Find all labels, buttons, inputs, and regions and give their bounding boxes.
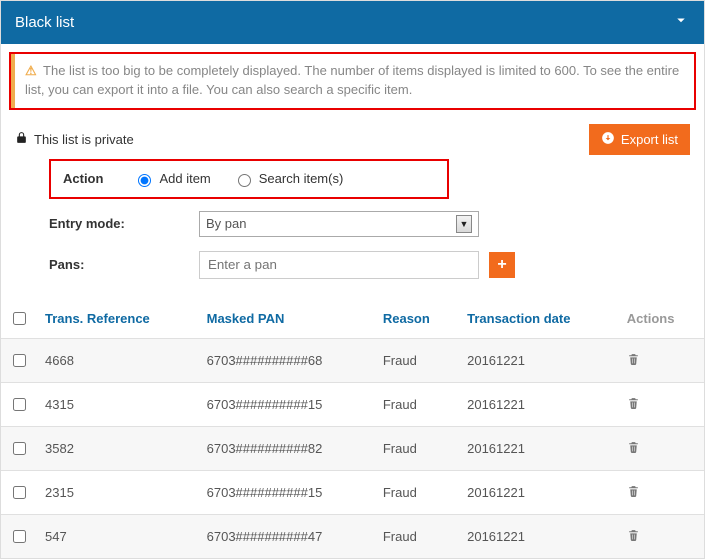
lock-icon xyxy=(15,131,28,147)
radio-add-item[interactable]: Add item xyxy=(133,171,210,187)
trash-icon[interactable] xyxy=(627,485,640,501)
row-checkbox[interactable] xyxy=(13,442,26,455)
row-checkbox[interactable] xyxy=(13,530,26,543)
radio-add-label: Add item xyxy=(159,171,210,186)
row-checkbox[interactable] xyxy=(13,354,26,367)
cell-reason: Fraud xyxy=(375,470,459,514)
pans-label: Pans: xyxy=(49,257,189,272)
cell-ref: 547 xyxy=(37,514,199,558)
col-actions: Actions xyxy=(619,299,704,339)
cell-date: 20161221 xyxy=(459,470,619,514)
trash-icon[interactable] xyxy=(627,441,640,457)
action-label: Action xyxy=(63,171,103,186)
export-button[interactable]: Export list xyxy=(589,124,690,155)
radio-search-input[interactable] xyxy=(238,174,251,187)
col-masked-pan[interactable]: Masked PAN xyxy=(199,299,375,339)
cell-reason: Fraud xyxy=(375,426,459,470)
col-reason[interactable]: Reason xyxy=(375,299,459,339)
cell-reason: Fraud xyxy=(375,338,459,382)
cell-date: 20161221 xyxy=(459,514,619,558)
cell-pan: 6703##########68 xyxy=(199,338,375,382)
table-row: 35826703##########82Fraud20161221 xyxy=(1,426,704,470)
private-indicator: This list is private xyxy=(15,131,134,147)
cell-date: 20161221 xyxy=(459,382,619,426)
plus-icon: + xyxy=(497,256,506,273)
select-all-checkbox[interactable] xyxy=(13,312,26,325)
alert-content: ⚠ The list is too big to be completely d… xyxy=(11,54,694,108)
action-radio-group: Action Add item Search item(s) xyxy=(49,159,449,199)
panel-title: Black list xyxy=(15,14,74,31)
entry-mode-value: By pan xyxy=(206,216,246,231)
table-row: 46686703##########68Fraud20161221 xyxy=(1,338,704,382)
alert-text: The list is too big to be completely dis… xyxy=(25,63,679,97)
warning-icon: ⚠ xyxy=(25,63,37,78)
cell-pan: 6703##########15 xyxy=(199,382,375,426)
export-label: Export list xyxy=(621,132,678,147)
alert-box: ⚠ The list is too big to be completely d… xyxy=(9,52,696,110)
cell-pan: 6703##########15 xyxy=(199,470,375,514)
trash-icon[interactable] xyxy=(627,529,640,545)
radio-search-item[interactable]: Search item(s) xyxy=(233,171,344,187)
pan-input[interactable] xyxy=(199,251,479,279)
trash-icon[interactable] xyxy=(627,353,640,369)
entry-mode-select[interactable]: By pan ▼ xyxy=(199,211,479,237)
cell-reason: Fraud xyxy=(375,382,459,426)
table-row: 43156703##########15Fraud20161221 xyxy=(1,382,704,426)
cell-pan: 6703##########82 xyxy=(199,426,375,470)
cell-ref: 2315 xyxy=(37,470,199,514)
private-label: This list is private xyxy=(34,132,134,147)
row-checkbox[interactable] xyxy=(13,398,26,411)
cell-date: 20161221 xyxy=(459,426,619,470)
radio-search-label: Search item(s) xyxy=(259,171,344,186)
dropdown-arrow-icon: ▼ xyxy=(456,215,472,233)
cell-pan: 6703##########47 xyxy=(199,514,375,558)
download-icon xyxy=(601,131,615,148)
col-trans-reference[interactable]: Trans. Reference xyxy=(37,299,199,339)
trash-icon[interactable] xyxy=(627,397,640,413)
cell-reason: Fraud xyxy=(375,514,459,558)
blacklist-table: Trans. Reference Masked PAN Reason Trans… xyxy=(1,299,704,558)
row-checkbox[interactable] xyxy=(13,486,26,499)
table-row: 23156703##########15Fraud20161221 xyxy=(1,470,704,514)
cell-ref: 4315 xyxy=(37,382,199,426)
radio-add-input[interactable] xyxy=(138,174,151,187)
col-transaction-date[interactable]: Transaction date xyxy=(459,299,619,339)
blacklist-panel: Black list ⚠ The list is too big to be c… xyxy=(0,0,705,559)
cell-date: 20161221 xyxy=(459,338,619,382)
cell-ref: 4668 xyxy=(37,338,199,382)
chevron-down-icon[interactable] xyxy=(672,11,690,34)
entry-mode-label: Entry mode: xyxy=(49,216,189,231)
panel-header[interactable]: Black list xyxy=(1,1,704,44)
cell-ref: 3582 xyxy=(37,426,199,470)
table-row: 5476703##########47Fraud20161221 xyxy=(1,514,704,558)
add-pan-button[interactable]: + xyxy=(489,252,515,278)
